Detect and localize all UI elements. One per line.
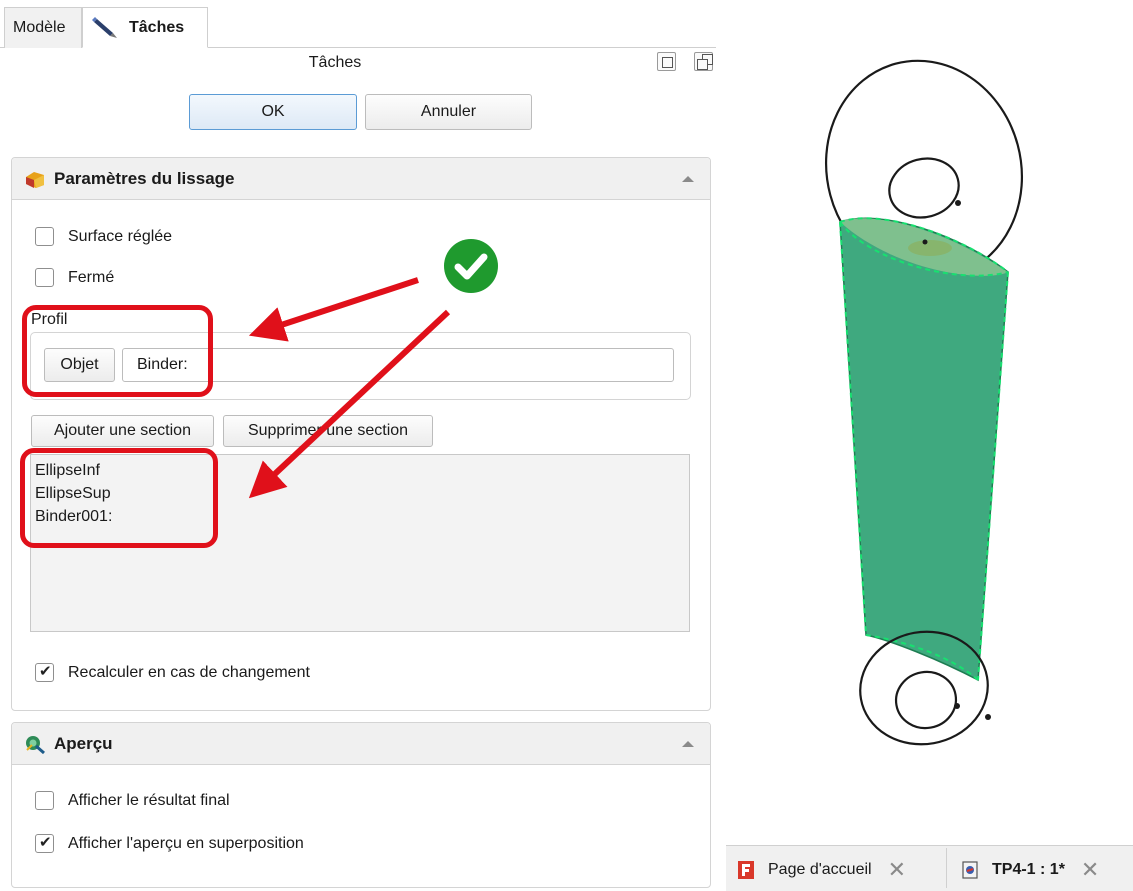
document-tab-label: TP4-1 : 1* [992, 861, 1065, 878]
show-final-checkbox[interactable] [35, 791, 54, 810]
show-overlay-label: Afficher l'aperçu en superposition [68, 834, 304, 852]
preview-title: Aperçu [54, 733, 113, 753]
collapse-icon[interactable] [682, 741, 694, 747]
check-circle-icon [444, 239, 498, 293]
start-page-label: Page d'accueil [768, 861, 872, 878]
tab-document[interactable]: TP4-1 : 1* ✕ [962, 852, 1099, 888]
document-icon [962, 861, 978, 879]
sketch-inner-ellipse-top [888, 157, 960, 219]
tab-start-page[interactable]: Page d'accueil ✕ [738, 852, 906, 888]
tab-separator [946, 848, 947, 888]
show-final-row[interactable]: Afficher le résultat final [35, 791, 230, 810]
recompute-label: Recalculer en cas de changement [68, 663, 310, 681]
3d-viewport[interactable] [716, 0, 1133, 845]
show-overlay-checkbox[interactable] [35, 833, 54, 853]
freecad-icon [738, 861, 754, 879]
annotation-arrows [248, 277, 451, 499]
recompute-row[interactable]: Recalculer en cas de changement [35, 662, 310, 682]
preview-header[interactable]: Aperçu [12, 723, 710, 765]
close-icon[interactable]: ✕ [1081, 857, 1099, 883]
show-final-label: Afficher le résultat final [68, 791, 230, 809]
recompute-checkbox[interactable] [35, 662, 54, 682]
close-icon[interactable]: ✕ [888, 857, 906, 883]
sketch-inner-ellipse-bottom [894, 670, 958, 730]
appearance-icon [26, 735, 45, 754]
show-overlay-row[interactable]: Afficher l'aperçu en superposition [35, 833, 304, 853]
